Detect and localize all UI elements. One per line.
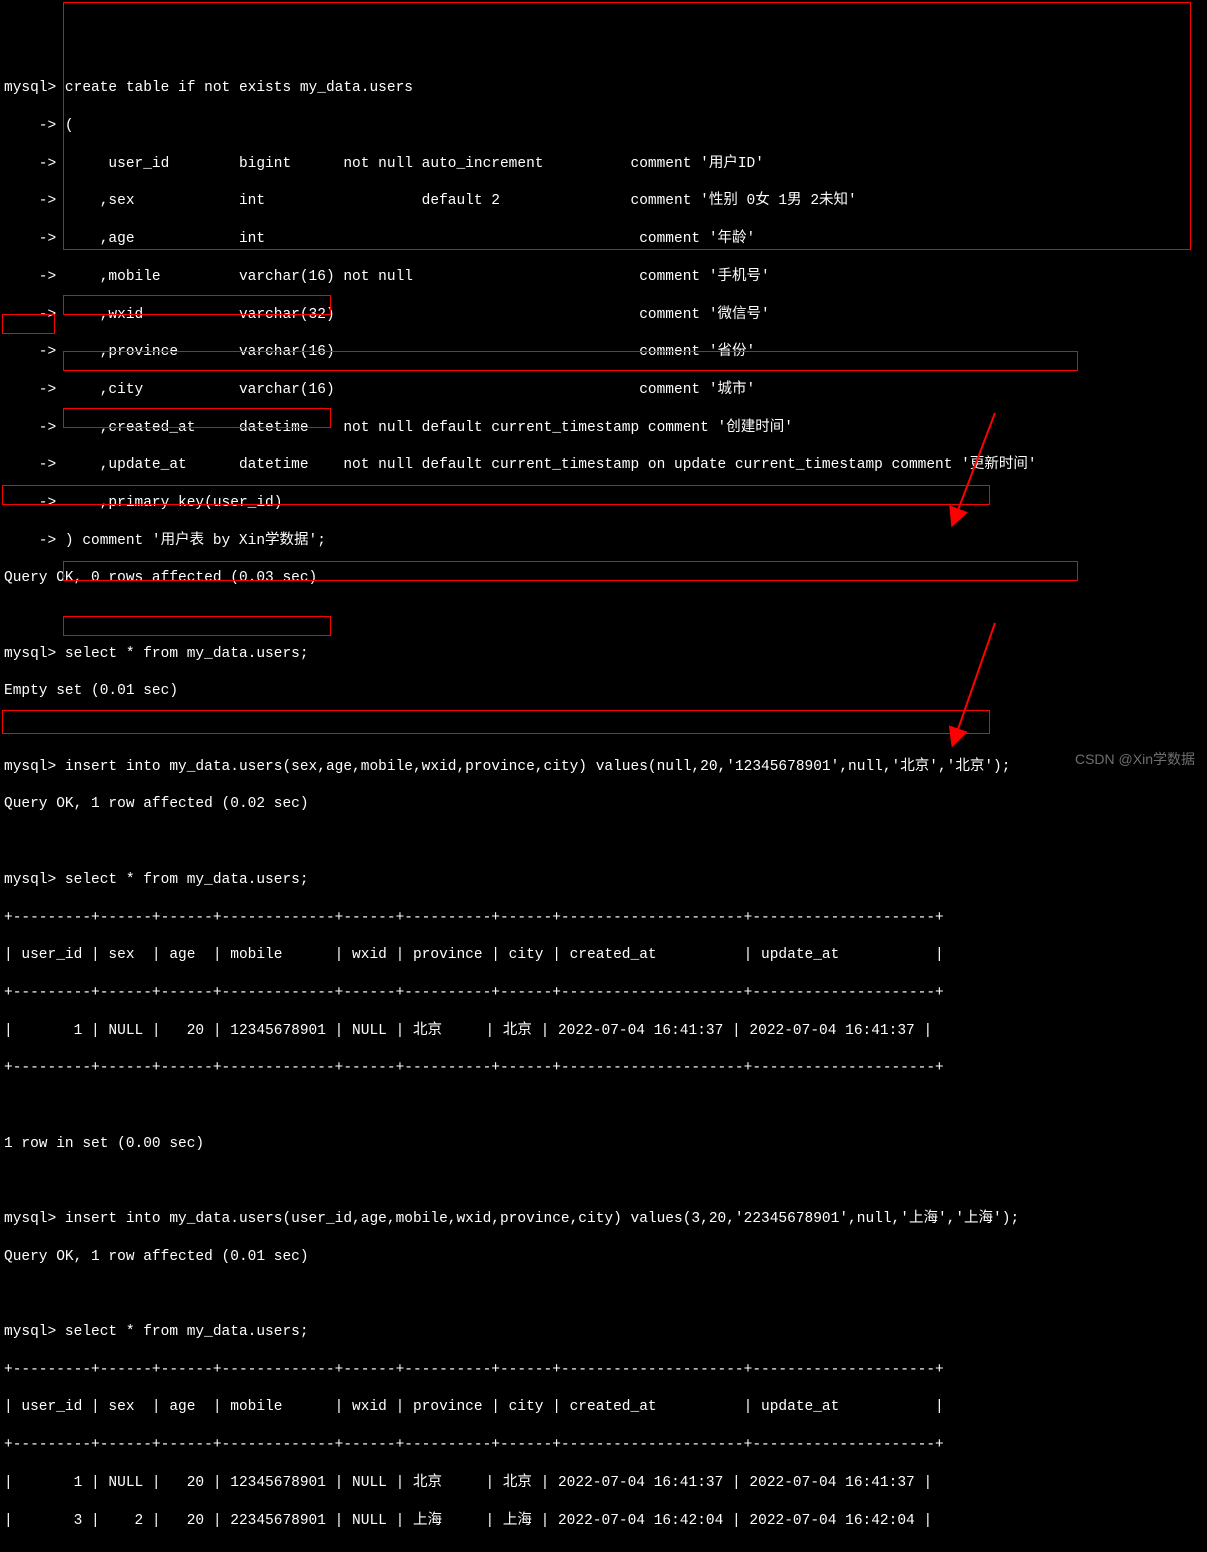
insert1-cmd: mysql> insert into my_data.users(sex,age… (4, 758, 1203, 777)
insert2-cmd: mysql> insert into my_data.users(user_id… (4, 1210, 1203, 1229)
blank-2 (4, 720, 1203, 739)
insert2-res: Query OK, 1 row affected (0.01 sec) (4, 1248, 1203, 1267)
t2-row-1: | 3 | 2 | 20 | 22345678901 | NULL | 上海 |… (4, 1512, 1203, 1531)
create-line-6: -> ,wxid varchar(32) comment '微信号' (4, 306, 1203, 325)
t1-sep-mid: +---------+------+------+-------------+-… (4, 984, 1203, 1003)
create-line-8: -> ,city varchar(16) comment '城市' (4, 381, 1203, 400)
create-line-2: -> user_id bigint not null auto_incremen… (4, 155, 1203, 174)
t1-head: | user_id | sex | age | mobile | wxid | … (4, 946, 1203, 965)
select1-cmd: mysql> select * from my_data.users; (4, 645, 1203, 664)
create-line-11: -> ,primary key(user_id) (4, 494, 1203, 513)
insert1-res: Query OK, 1 row affected (0.02 sec) (4, 795, 1203, 814)
blank-6 (4, 1285, 1203, 1304)
create-line-10: -> ,update_at datetime not null default … (4, 456, 1203, 475)
t2-row-0: | 1 | NULL | 20 | 12345678901 | NULL | 北… (4, 1474, 1203, 1493)
t2-sep-mid: +---------+------+------+-------------+-… (4, 1436, 1203, 1455)
select2-res: 1 row in set (0.00 sec) (4, 1135, 1203, 1154)
blank-4 (4, 1097, 1203, 1116)
t2-head: | user_id | sex | age | mobile | wxid | … (4, 1398, 1203, 1417)
t2-sep-bot: +---------+------+------+-------------+-… (4, 1549, 1203, 1552)
blank-1 (4, 607, 1203, 626)
select3-cmd: mysql> select * from my_data.users; (4, 1323, 1203, 1342)
blank-5 (4, 1172, 1203, 1191)
blank-3 (4, 833, 1203, 852)
select1-res: Empty set (0.01 sec) (4, 682, 1203, 701)
select2-cmd: mysql> select * from my_data.users; (4, 871, 1203, 890)
create-line-9: -> ,created_at datetime not null default… (4, 419, 1203, 438)
t1-row-0: | 1 | NULL | 20 | 12345678901 | NULL | 北… (4, 1022, 1203, 1041)
watermark: CSDN @Xin学数据 (1075, 750, 1195, 768)
t1-sep-bot: +---------+------+------+-------------+-… (4, 1059, 1203, 1078)
create-line-1: -> ( (4, 117, 1203, 136)
t1-sep-top: +---------+------+------+-------------+-… (4, 909, 1203, 928)
create-line-5: -> ,mobile varchar(16) not null comment … (4, 268, 1203, 287)
create-line-12: -> ) comment '用户表 by Xin学数据'; (4, 532, 1203, 551)
create-line-4: -> ,age int comment '年龄' (4, 230, 1203, 249)
query-ok-create: Query OK, 0 rows affected (0.03 sec) (4, 569, 1203, 588)
t2-sep-top: +---------+------+------+-------------+-… (4, 1361, 1203, 1380)
create-line-0: mysql> create table if not exists my_dat… (4, 79, 1203, 98)
create-line-7: -> ,province varchar(16) comment '省份' (4, 343, 1203, 362)
create-line-3: -> ,sex int default 2 comment '性别 0女 1男 … (4, 192, 1203, 211)
